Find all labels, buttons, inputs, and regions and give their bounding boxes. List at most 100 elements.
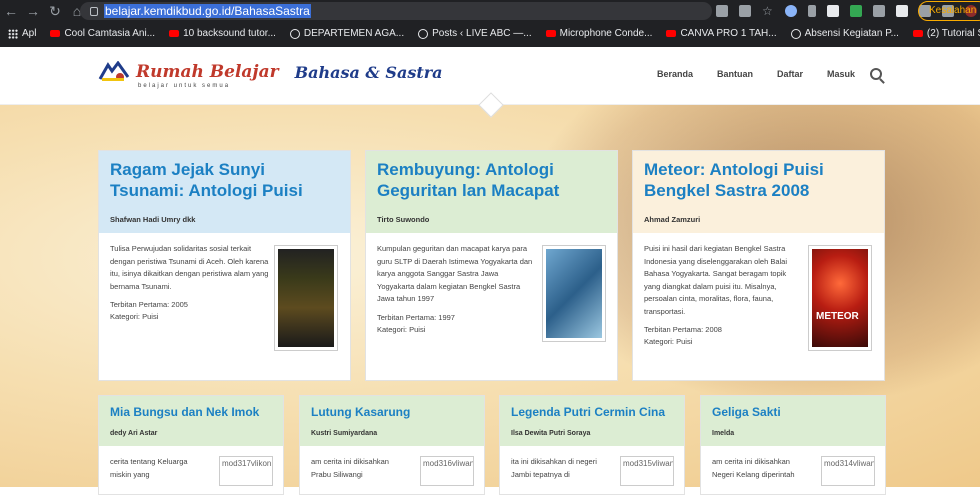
site-logo[interactable]: Rumah Belajar belajar untuk semua Bahasa…: [98, 61, 443, 89]
book-description: ita ini dikisahkan di negeri Jambi tepat…: [511, 457, 597, 479]
card-header: Meteor: Antologi Puisi Bengkel Sastra 20…: [633, 151, 884, 233]
search-icon[interactable]: [870, 68, 882, 80]
extension-gray-icon[interactable]: [873, 5, 885, 17]
logo-text: Rumah Belajar: [136, 62, 279, 82]
bookmark-item[interactable]: Absensi Kegiatan P...: [790, 28, 899, 39]
book-card[interactable]: Mia Bungsu dan Nek Imok dedy Ari Astar c…: [98, 395, 284, 495]
url-text[interactable]: belajar.kemdikbud.go.id/BahasaSastra: [104, 4, 311, 18]
book-cover[interactable]: mod315vliwan10: [620, 456, 674, 486]
book-author: Tirto Suwondo: [377, 215, 430, 224]
card-body: Puisi ini hasil dari kegiatan Bengkel Sa…: [633, 233, 884, 358]
youtube-icon: [169, 30, 180, 37]
bookmark-item[interactable]: 10 backsound tutor...: [169, 28, 276, 39]
card-body: cerita tentang Keluarga miskin yang mod3…: [99, 446, 283, 491]
book-title[interactable]: Mia Bungsu dan Nek Imok: [110, 404, 272, 420]
apps-icon: [8, 28, 18, 39]
book-title[interactable]: Lutung Kasarung: [311, 404, 473, 420]
youtube-icon: [666, 30, 677, 37]
qr-icon[interactable]: [739, 5, 751, 17]
book-title[interactable]: Geliga Sakti: [712, 404, 874, 420]
globe-icon: [790, 28, 801, 39]
main-nav: Beranda Bantuan Daftar Masuk: [657, 69, 855, 79]
extension-q-icon[interactable]: [785, 5, 797, 17]
logo-mark-icon: [98, 61, 130, 81]
book-description: cerita tentang Keluarga miskin yang: [110, 457, 188, 479]
book-cover[interactable]: [542, 245, 606, 342]
back-icon[interactable]: ←: [0, 0, 22, 22]
book-description: Puisi ini hasil dari kegiatan Bengkel Sa…: [644, 244, 788, 316]
puzzle-icon[interactable]: [896, 5, 908, 17]
install-icon[interactable]: [716, 5, 728, 17]
card-body: Tulisa Perwujudan solidaritas sosial ter…: [99, 233, 350, 351]
bookmark-item[interactable]: Apl: [8, 28, 36, 39]
bookmark-item[interactable]: CANVA PRO 1 TAH...: [666, 28, 777, 39]
star-icon[interactable]: ☆: [762, 5, 774, 17]
bookmark-item[interactable]: (2) Tutorial SAC Te...: [912, 28, 980, 39]
book-author: dedy Ari Astar: [110, 430, 158, 437]
address-bar[interactable]: belajar.kemdikbud.go.id/BahasaSastra: [80, 2, 712, 20]
forward-icon[interactable]: →: [22, 0, 44, 22]
bookmark-label: Absensi Kegiatan P...: [804, 28, 899, 39]
bookmark-item[interactable]: Cool Camtasia Ani...: [50, 28, 155, 39]
book-cover[interactable]: mod317vlikon110.p: [219, 456, 273, 486]
bookmark-label: CANVA PRO 1 TAH...: [680, 28, 777, 39]
card-body: am cerita ini dikisahkan Prabu Siliwangi…: [300, 446, 484, 491]
book-author: Kustri Sumiyardana: [311, 430, 378, 437]
bookmark-label: Apl: [22, 28, 37, 39]
book-cover[interactable]: mod316vliwan109.jp: [420, 456, 474, 486]
book-card[interactable]: Meteor: Antologi Puisi Bengkel Sastra 20…: [632, 150, 885, 381]
nav-masuk[interactable]: Masuk: [827, 69, 855, 79]
nav-daftar[interactable]: Daftar: [777, 69, 803, 79]
card-header: Mia Bungsu dan Nek Imok dedy Ari Astar: [99, 396, 283, 446]
card-header: Lutung Kasarung Kustri Sumiyardana: [300, 396, 484, 446]
book-description: Kumpulan geguritan dan macapat karya par…: [377, 244, 533, 303]
globe-icon: [289, 28, 300, 39]
bookmark-label: 10 backsound tutor...: [183, 28, 276, 39]
book-title[interactable]: Ragam Jejak Sunyi Tsunami: Antologi Puis…: [110, 159, 339, 201]
book-card[interactable]: Lutung Kasarung Kustri Sumiyardana am ce…: [299, 395, 485, 495]
book-icon[interactable]: [827, 5, 839, 17]
card-header: Geliga Sakti Imelda: [701, 396, 885, 446]
book-cover[interactable]: mod314vliwan10: [821, 456, 875, 486]
book-author: Shafwan Hadi Umry dkk: [110, 215, 196, 224]
book-card[interactable]: Geliga Sakti Imelda am cerita ini dikisa…: [700, 395, 886, 495]
bookmark-label: Posts ‹ LIVE ABC —...: [432, 28, 532, 39]
browser-chrome: ← → ↻ ⌂ belajar.kemdikbud.go.id/BahasaSa…: [0, 0, 980, 47]
book-cover[interactable]: METEOR: [808, 245, 872, 351]
nav-beranda[interactable]: Beranda: [657, 69, 693, 79]
card-header: Ragam Jejak Sunyi Tsunami: Antologi Puis…: [99, 151, 350, 233]
bookmark-item[interactable]: Posts ‹ LIVE ABC —...: [418, 28, 532, 39]
book-title[interactable]: Meteor: Antologi Puisi Bengkel Sastra 20…: [644, 159, 873, 201]
bookmark-item[interactable]: Microphone Conde...: [545, 28, 652, 39]
globe-icon: [418, 28, 429, 39]
nav-bantuan[interactable]: Bantuan: [717, 69, 753, 79]
book-card[interactable]: Ragam Jejak Sunyi Tsunami: Antologi Puis…: [98, 150, 351, 381]
book-author: Imelda: [712, 430, 735, 437]
bookmarks-bar: Apl Cool Camtasia Ani... 10 backsound tuto…: [0, 22, 980, 45]
lock-icon[interactable]: [90, 6, 98, 16]
card-header: Rembuyung: Antologi Geguritan lan Macapa…: [366, 151, 617, 233]
book-card[interactable]: Legenda Putri Cermin Cina Ilsa Dewita Pu…: [499, 395, 685, 495]
book-cover[interactable]: [274, 245, 338, 351]
bookmark-item[interactable]: DEPARTEMEN AGA...: [289, 28, 405, 39]
book-description: am cerita ini dikisahkan Negeri Kelang d…: [712, 457, 795, 479]
cover-title: METEOR: [816, 311, 859, 322]
book-description: am cerita ini dikisahkan Prabu Siliwangi: [311, 457, 389, 479]
book-description: Tulisa Perwujudan solidaritas sosial ter…: [110, 244, 269, 291]
book-author: Ilsa Dewita Putri Soraya: [511, 430, 591, 437]
extension-green-icon[interactable]: [850, 5, 862, 17]
book-card[interactable]: Rembuyung: Antologi Geguritan lan Macapa…: [365, 150, 618, 381]
reload-icon[interactable]: ↻: [44, 0, 66, 22]
error-button[interactable]: Kesalahan: [918, 1, 980, 21]
book-title[interactable]: Legenda Putri Cermin Cina: [511, 404, 673, 420]
card-body: Kumpulan geguritan dan macapat karya par…: [366, 233, 617, 346]
youtube-icon: [912, 30, 923, 37]
phone-icon[interactable]: [808, 5, 816, 17]
bookmark-label: DEPARTEMEN AGA...: [303, 28, 405, 39]
card-body: ita ini dikisahkan di negeri Jambi tepat…: [500, 446, 684, 491]
card-body: am cerita ini dikisahkan Negeri Kelang d…: [701, 446, 885, 491]
bookmark-label: Cool Camtasia Ani...: [64, 28, 156, 39]
book-title[interactable]: Rembuyung: Antologi Geguritan lan Macapa…: [377, 159, 606, 201]
youtube-icon: [545, 30, 556, 37]
book-author: Ahmad Zamzuri: [644, 215, 701, 224]
